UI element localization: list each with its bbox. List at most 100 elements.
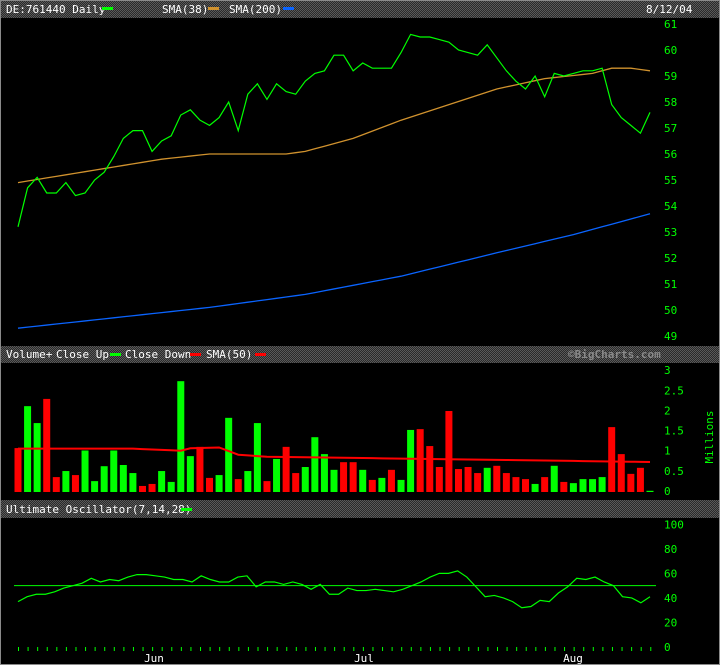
volume-bar-up [550,465,558,492]
volume-bar-down [206,477,214,492]
volume-bar-up [81,450,89,492]
price-tick-label: 52 [664,252,677,265]
volume-bar-up [100,466,108,492]
sma200-legend: SMA(200) [229,3,282,16]
volume-bar-up [91,481,99,492]
sma38-legend-swatch [208,7,219,10]
volume-bar-up [359,469,367,492]
volume-bar-down [43,398,51,492]
volume-bar-down [627,473,635,492]
volume-bar-down [368,479,376,492]
volume-bar-up [378,477,386,492]
volume-bar-up [186,456,194,492]
volume-bar-down [282,446,290,492]
x-tick-label: Jul [354,652,374,665]
volume-tick-label: 0.5 [664,465,684,478]
volume-bar-down [502,473,510,492]
volume-bar-down [522,479,530,492]
volume-bar-down [234,479,242,492]
volume-bar-up [244,471,252,492]
oscillator-swatch [181,508,192,511]
sma50-swatch [255,353,266,356]
sma200-legend-swatch [283,7,294,10]
oscillator-tick-label: 40 [664,592,677,605]
volume-bar-up [33,423,41,492]
volume-tick-label: 1 [664,445,671,458]
x-tick-label: Aug [563,652,583,665]
volume-bar-up [253,423,261,492]
volume-bar-up [215,475,223,492]
volume-bar-up [110,450,118,492]
price-tick-label: 59 [664,70,677,83]
price-tick-label: 61 [664,18,677,31]
close-up-swatch [110,353,121,356]
stock-chart: DE:761440 Daily SMA(38) SMA(200) 8/12/04… [0,0,720,665]
volume-bar-down [292,473,300,492]
volume-bar-up [273,458,281,492]
volume-bar-up [579,479,587,492]
volume-bar-up [311,437,319,492]
volume-bar-down [493,465,501,492]
volume-bar-down [435,467,443,492]
close-down-legend: Close Down [125,348,191,361]
volume-bar-down [263,481,271,492]
price-tick-label: 57 [664,122,677,135]
volume-bar-up [407,429,415,492]
volume-bar-down [148,483,156,492]
volume-tick-label: 3 [664,364,671,377]
volume-bar-up [589,479,597,492]
oscillator-title: Ultimate Oscillator(7,14,28) [6,503,191,516]
volume-bar-up [167,481,175,492]
price-tick-label: 60 [664,44,677,57]
volume-bar-down [71,475,79,492]
volume-tick-label: 1.5 [664,425,684,438]
volume-bar-down [387,469,395,492]
price-legend-swatch [102,7,113,10]
volume-bar-up [569,483,577,492]
volume-bar-down [52,477,60,492]
volume-bar-up [320,454,328,492]
volume-bar-down [617,454,625,492]
volume-title: Volume+ [6,348,53,361]
price-tick-label: 54 [664,200,678,213]
volume-bar-up [62,471,70,492]
sma50-legend: SMA(50) [206,348,252,361]
oscillator-tick-label: 80 [664,543,677,556]
price-title: DE:761440 Daily [6,3,106,16]
oscillator-tick-label: 60 [664,567,677,580]
volume-bar-up [129,473,137,492]
price-tick-label: 58 [664,96,677,109]
volume-bar-down [474,473,482,492]
volume-bar-up [646,490,654,492]
volume-bar-up [531,483,539,492]
volume-bar-up [158,471,166,492]
volume-bar-up [119,464,127,492]
volume-bar-up [397,479,405,492]
oscillator-tick-label: 20 [664,616,677,629]
price-tick-label: 55 [664,174,677,187]
sma38-legend: SMA(38) [162,3,208,16]
volume-bar-down [636,467,644,492]
chart-date: 8/12/04 [646,3,693,16]
volume-y-label: Millions [703,411,716,464]
volume-tick-label: 2 [664,404,671,417]
price-tick-label: 50 [664,304,677,317]
price-tick-label: 56 [664,148,677,161]
volume-bar-up [330,469,338,492]
volume-bar-down [340,462,348,492]
price-tick-label: 51 [664,278,677,291]
oscillator-tick-label: 0 [664,641,671,654]
price-tick-label: 53 [664,226,677,239]
volume-bar-down [349,462,357,492]
volume-bar-down [196,446,204,492]
volume-bar-down [454,469,462,492]
volume-bar-down [426,446,434,492]
volume-bar-up [598,477,606,492]
oscillator-tick-label: 100 [664,518,684,531]
volume-bar-down [608,427,616,492]
volume-bar-down [560,481,568,492]
volume-tick-label: 2.5 [664,384,684,397]
volume-bar-down [464,467,472,492]
volume-bar-up [301,467,309,492]
volume-bar-down [138,485,146,492]
